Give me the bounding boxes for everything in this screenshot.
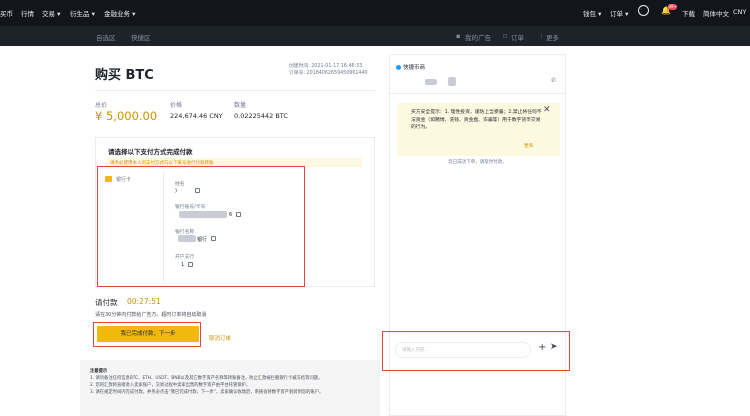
nav-derivatives[interactable]: 衍生品 ▾: [70, 8, 95, 18]
my-ads-icon: ▪: [456, 32, 461, 40]
safety-tip: 买方安全提示：1. 理性投资，谨防上当受骗；2.禁止将任何不法资金（如赌博、洗钱…: [397, 103, 560, 156]
system-message: 您已成功下单，请及时付款。: [448, 160, 507, 165]
close-icon[interactable]: ✕: [543, 106, 551, 115]
highlight-bank-details: [97, 166, 305, 287]
tab-express[interactable]: 快捷区: [131, 32, 151, 42]
notification-badge: 99+: [668, 4, 677, 10]
qty-label: 数量: [234, 102, 247, 109]
safety-more-link[interactable]: 更多: [524, 143, 534, 151]
nav-trade[interactable]: 交易 ▾: [42, 8, 60, 18]
nav-market[interactable]: 行情: [21, 8, 34, 18]
link-my-ads[interactable]: 我的广告: [465, 32, 491, 42]
highlight-chat-input: [382, 331, 570, 371]
safety-tip-text: 买方安全提示：1. 理性投资，谨防上当受骗；2.禁止将任何不法资金（如赌博、洗钱…: [411, 110, 542, 130]
pay-label: 请付款: [95, 298, 118, 307]
link-orders[interactable]: 订单: [511, 32, 524, 42]
nav-orders[interactable]: 订单 ▾: [610, 8, 628, 18]
qty-value: 0.02225442 BTC: [234, 112, 288, 120]
notice-line: 2. 您的汇款将直接进入卖家账户，交易过程中卖家出售的数字资产由平台托管保护。: [90, 383, 251, 388]
notice-panel: 注意提示 1. 请勿备注任何信息BTC、ETH、USDT、BNB以及其它数字资产…: [80, 360, 380, 416]
merchant-name: 快捷币商: [396, 63, 425, 71]
notice-line: 1. 请勿备注任何信息BTC、ETH、USDT、BNB以及其它数字资产名称等转账…: [90, 376, 323, 381]
total-label: 总价: [95, 102, 108, 109]
page-title: 购买 BTC: [95, 68, 154, 83]
notice-line: 3. 请在规定时间内完成付款，并务必点击“我已完成付款，下一步”，卖家确认收款后…: [90, 390, 324, 395]
chat-header: [389, 54, 566, 94]
nav-buy[interactable]: 买币: [0, 8, 13, 18]
phone-icon[interactable]: ✆: [551, 77, 556, 84]
merchant-blur: [425, 79, 437, 85]
tab-self-select[interactable]: 自选区: [96, 32, 116, 42]
nav-currency[interactable]: CNY: [733, 8, 746, 16]
top-nav: 买币 行情 交易 ▾ 衍生品 ▾ 金融业务 ▾ 钱包 ▾ 订单 ▾ 🔔 99+ …: [0, 0, 750, 26]
payment-heading: 请选择以下支付方式完成付款: [108, 148, 193, 156]
nav-wallet[interactable]: 钱包 ▾: [583, 8, 601, 18]
merchant-icon: [396, 65, 401, 70]
user-icon[interactable]: [638, 5, 649, 16]
divider: [95, 90, 375, 91]
total-value: ¥ 5,000.00: [95, 109, 158, 123]
nav-language[interactable]: 简体中文: [703, 8, 729, 18]
cancel-order-link[interactable]: 取消订单: [209, 334, 231, 342]
price-value: 224,674.46 CNY: [170, 112, 223, 120]
notice-title: 注意提示: [90, 369, 108, 374]
merchant-blur: [448, 77, 456, 86]
link-more[interactable]: 更多: [546, 32, 559, 42]
nav-download[interactable]: 下载: [682, 8, 695, 18]
more-icon: ⋮: [538, 32, 545, 40]
countdown-timer: 00:27:51: [127, 297, 161, 306]
price-label: 价格: [170, 102, 183, 109]
pay-hint: 请在30分钟内付款给广告方。超时订单将自动取消: [95, 312, 207, 318]
orders-icon: ▫: [503, 32, 508, 40]
nav-finance[interactable]: 金融业务 ▾: [104, 8, 135, 18]
sub-nav: 自选区 快捷区 ▪ 我的广告 ▫ 订单 ⋮ 更多: [0, 26, 750, 46]
highlight-done-button: [93, 322, 201, 347]
created-time: 创建时间: 2021-01-17 16:46:33: [289, 64, 363, 69]
order-number: 订单号: 20184062659450961440: [289, 71, 368, 76]
